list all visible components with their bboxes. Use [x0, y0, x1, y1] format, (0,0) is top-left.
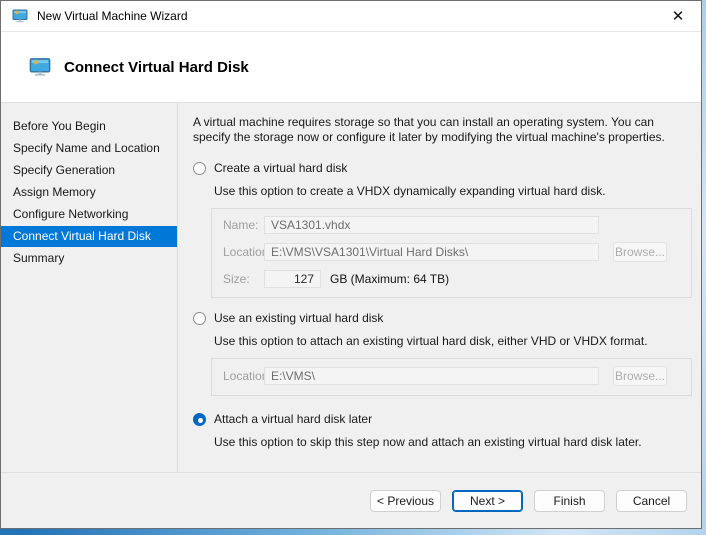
radio-use-existing-virtual-hard-disk[interactable]: Use an existing virtual hard disk — [193, 311, 692, 325]
sidebar-item-specify-generation[interactable]: Specify Generation — [1, 160, 177, 181]
next-button[interactable]: Next > — [452, 489, 523, 512]
location-field: E:\VMS\ — [264, 367, 599, 385]
radio-checked-icon[interactable] — [193, 412, 206, 426]
sidebar-item-connect-virtual-hard-disk[interactable]: Connect Virtual Hard Disk — [1, 226, 177, 247]
page-title: Connect Virtual Hard Disk — [64, 58, 249, 76]
sidebar-item-configure-networking[interactable]: Configure Networking — [1, 204, 177, 225]
radio-unchecked-icon[interactable] — [193, 311, 206, 325]
sidebar-item-summary[interactable]: Summary — [1, 248, 177, 269]
cancel-button[interactable]: Cancel — [616, 489, 687, 512]
size-suffix-text: GB (Maximum: 64 TB) — [330, 272, 450, 286]
option-description: Use this option to create a VHDX dynamic… — [214, 184, 606, 198]
name-field: VSA1301.vhdx — [264, 216, 599, 234]
new-virtual-machine-wizard-dialog: New Virtual Machine Wizard ✕ Connect Vir… — [0, 0, 702, 529]
name-row: Name: VSA1301.vhdx — [223, 216, 681, 234]
radio-label: Use an existing virtual hard disk — [214, 311, 384, 325]
sidebar-item-specify-name-and-location[interactable]: Specify Name and Location — [1, 138, 177, 159]
radio-unchecked-icon[interactable] — [193, 161, 206, 175]
name-label: Name: — [223, 218, 259, 232]
previous-button[interactable]: < Previous — [370, 489, 441, 512]
size-field: 127 — [264, 270, 321, 288]
browse-button: Browse... — [613, 242, 667, 262]
location-row: Location: E:\VMS\VSA1301\Virtual Hard Di… — [223, 242, 681, 262]
location-label: Location: — [223, 369, 272, 383]
vm-monitor-icon — [29, 58, 51, 76]
existing-disk-groupbox: Location: E:\VMS\ Browse... — [211, 358, 692, 396]
wizard-page-content: A virtual machine requires storage so th… — [178, 103, 702, 472]
browse-button: Browse... — [613, 366, 667, 386]
location-field: E:\VMS\VSA1301\Virtual Hard Disks\ — [264, 243, 599, 261]
wizard-steps-sidebar: Before You Begin Specify Name and Locati… — [1, 103, 178, 472]
sidebar-item-assign-memory[interactable]: Assign Memory — [1, 182, 177, 203]
wizard-page-header: Connect Virtual Hard Disk — [1, 32, 701, 103]
sidebar-item-before-you-begin[interactable]: Before You Begin — [1, 116, 177, 137]
vm-monitor-icon — [12, 9, 28, 23]
create-disk-groupbox: Name: VSA1301.vhdx Location: E:\VMS\VSA1… — [211, 208, 692, 298]
size-label: Size: — [223, 272, 250, 286]
radio-label: Attach a virtual hard disk later — [214, 412, 373, 426]
size-row: Size: 127 GB (Maximum: 64 TB) — [223, 270, 681, 288]
option-description: Use this option to skip this step now an… — [214, 435, 642, 449]
title-bar: New Virtual Machine Wizard ✕ — [1, 1, 701, 32]
radio-attach-virtual-hard-disk-later[interactable]: Attach a virtual hard disk later — [193, 412, 692, 426]
radio-label: Create a virtual hard disk — [214, 161, 348, 175]
close-icon[interactable]: ✕ — [655, 1, 701, 31]
intro-text: A virtual machine requires storage so th… — [193, 115, 665, 144]
location-label: Location: — [223, 245, 272, 259]
finish-button[interactable]: Finish — [534, 489, 605, 512]
location-row: Location: E:\VMS\ Browse... — [223, 366, 681, 386]
option-description: Use this option to attach an existing vi… — [214, 334, 648, 348]
wizard-button-bar: < Previous Next > Finish Cancel — [1, 472, 701, 528]
window-title: New Virtual Machine Wizard — [37, 9, 188, 23]
radio-create-virtual-hard-disk[interactable]: Create a virtual hard disk — [193, 161, 692, 175]
